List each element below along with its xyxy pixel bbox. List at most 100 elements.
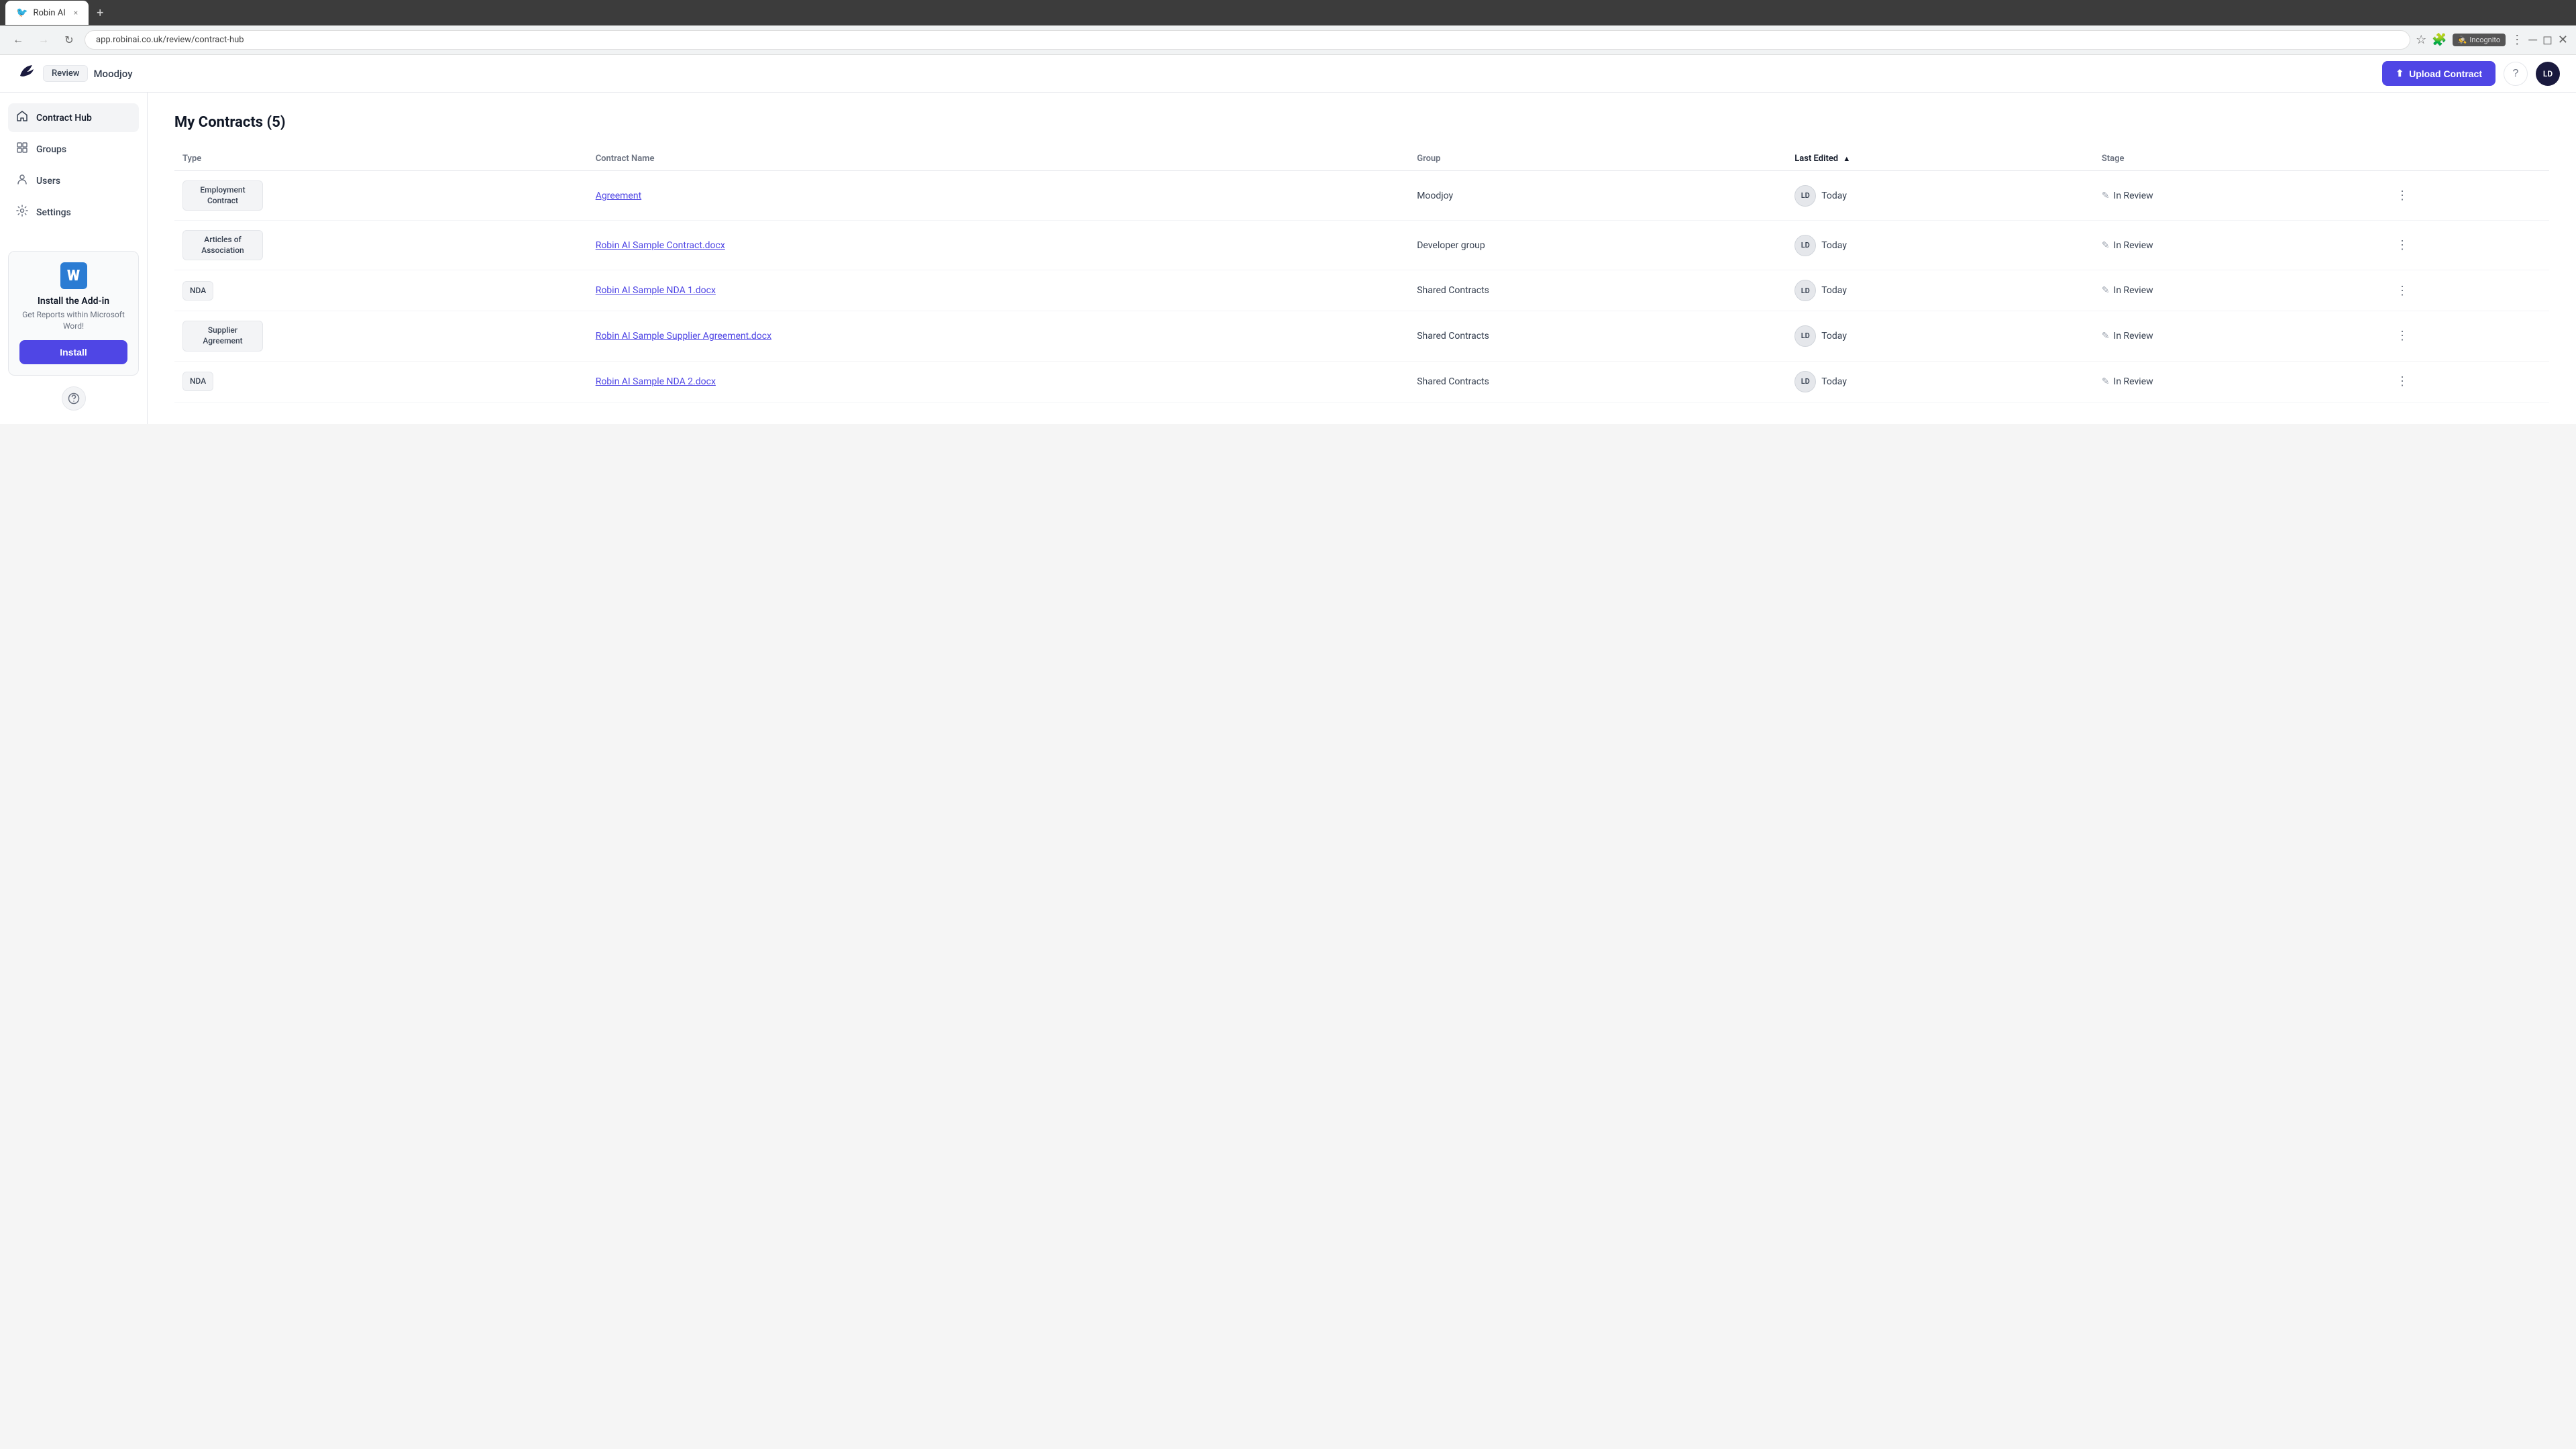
stage-cell-4: ✎ In Review — [2102, 376, 2375, 387]
cell-more-0: ⋮ — [2383, 171, 2549, 221]
more-options-button-3[interactable]: ⋮ — [2391, 326, 2414, 345]
extensions-icon[interactable]: 🧩 — [2432, 33, 2447, 47]
groups-icon — [16, 142, 28, 157]
address-text: app.robinai.co.uk/review/contract-hub — [96, 35, 244, 45]
avatar-4: LD — [1794, 371, 1816, 392]
cell-type-4: NDA — [174, 361, 588, 402]
table-row: NDA Robin AI Sample NDA 1.docx Shared Co… — [174, 270, 2549, 311]
group-name-2: Shared Contracts — [1417, 285, 1489, 296]
cell-stage-2: ✎ In Review — [2094, 270, 2383, 311]
avatar-2: LD — [1794, 280, 1816, 301]
cell-type-2: NDA — [174, 270, 588, 311]
date-text-2: Today — [1821, 285, 1847, 296]
review-badge: Review — [43, 65, 88, 82]
stage-label-2: In Review — [2114, 285, 2153, 296]
restore-icon[interactable]: ◻ — [2542, 33, 2553, 47]
avatar-1: LD — [1794, 235, 1816, 256]
upload-label: Upload Contract — [2409, 68, 2482, 79]
active-tab[interactable]: 🐦 Robin AI × — [5, 1, 89, 25]
browser-tab-bar: 🐦 Robin AI × + — [0, 0, 2576, 25]
minimize-icon[interactable]: ─ — [2528, 33, 2537, 47]
table-row: Articles of Association Robin AI Sample … — [174, 221, 2549, 270]
more-options-button-0[interactable]: ⋮ — [2391, 186, 2414, 205]
cell-name-4: Robin AI Sample NDA 2.docx — [588, 361, 1409, 402]
more-options-button-4[interactable]: ⋮ — [2391, 372, 2414, 391]
more-options-button-1[interactable]: ⋮ — [2391, 235, 2414, 255]
sidebar-item-groups[interactable]: Groups — [8, 135, 139, 164]
stage-cell-1: ✎ In Review — [2102, 240, 2375, 251]
type-badge-1: Articles of Association — [182, 230, 263, 260]
stage-icon-0: ✎ — [2102, 191, 2110, 201]
settings-icon — [16, 205, 28, 220]
addin-panel: W Install the Add-in Get Reports within … — [8, 251, 139, 376]
cell-name-1: Robin AI Sample Contract.docx — [588, 221, 1409, 270]
contract-link-4[interactable]: Robin AI Sample NDA 2.docx — [596, 376, 716, 387]
last-edited-cell-2: LD Today — [1794, 280, 2086, 301]
support-icon[interactable] — [62, 386, 86, 411]
cell-type-3: Supplier Agreement — [174, 311, 588, 361]
incognito-icon: 🕵 — [2458, 36, 2467, 44]
org-name: Moodjoy — [93, 68, 132, 80]
contract-link-2[interactable]: Robin AI Sample NDA 1.docx — [596, 285, 716, 296]
logo: Review Moodjoy — [16, 61, 133, 87]
cell-date-1: LD Today — [1786, 221, 2094, 270]
date-text-1: Today — [1821, 240, 1847, 251]
cell-stage-1: ✎ In Review — [2094, 221, 2383, 270]
tab-favicon: 🐦 — [16, 7, 28, 18]
cell-group-2: Shared Contracts — [1409, 270, 1786, 311]
close-window-icon[interactable]: ✕ — [2558, 33, 2568, 47]
new-tab-button[interactable]: + — [91, 3, 109, 23]
user-avatar[interactable]: LD — [2536, 62, 2560, 86]
sidebar-item-contract-hub[interactable]: Contract Hub — [8, 103, 139, 132]
logo-bird-icon — [16, 61, 38, 87]
cell-date-0: LD Today — [1786, 171, 2094, 221]
sidebar-item-settings[interactable]: Settings — [8, 198, 139, 227]
sidebar: Contract Hub Groups Users — [0, 93, 148, 424]
last-edited-cell-3: LD Today — [1794, 325, 2086, 347]
contract-hub-icon — [16, 110, 28, 125]
avatar-0: LD — [1794, 185, 1816, 207]
last-edited-cell-0: LD Today — [1794, 185, 2086, 207]
cell-group-0: Moodjoy — [1409, 171, 1786, 221]
browser-actions: ☆ 🧩 🕵 Incognito ⋮ ─ ◻ ✕ — [2416, 33, 2568, 47]
more-options-button-2[interactable]: ⋮ — [2391, 281, 2414, 301]
col-type: Type — [174, 147, 588, 171]
table-header: Type Contract Name Group Last Edited ▲ S… — [174, 147, 2549, 171]
addin-title: Install the Add-in — [19, 296, 127, 307]
date-text-3: Today — [1821, 331, 1847, 341]
menu-icon[interactable]: ⋮ — [2511, 33, 2523, 47]
table-row: Supplier Agreement Robin AI Sample Suppl… — [174, 311, 2549, 361]
help-button[interactable]: ? — [2504, 62, 2528, 86]
last-edited-cell-1: LD Today — [1794, 235, 2086, 256]
stage-label-1: In Review — [2114, 240, 2153, 251]
incognito-label: Incognito — [2469, 36, 2500, 44]
sidebar-label-users: Users — [36, 176, 60, 186]
col-last-edited[interactable]: Last Edited ▲ — [1786, 147, 2094, 171]
bookmark-icon[interactable]: ☆ — [2416, 33, 2426, 47]
stage-label-4: In Review — [2114, 376, 2153, 387]
address-bar[interactable]: app.robinai.co.uk/review/contract-hub — [85, 30, 2410, 50]
sidebar-label-groups: Groups — [36, 144, 66, 155]
install-addin-button[interactable]: Install — [19, 340, 127, 364]
cell-date-4: LD Today — [1786, 361, 2094, 402]
sort-icon: ▲ — [1843, 154, 1850, 163]
addin-description: Get Reports within Microsoft Word! — [19, 309, 127, 332]
cell-group-4: Shared Contracts — [1409, 361, 1786, 402]
cell-more-1: ⋮ — [2383, 221, 2549, 270]
browser-nav: ← → ↻ app.robinai.co.uk/review/contract-… — [0, 25, 2576, 55]
forward-button[interactable]: → — [34, 30, 54, 50]
contracts-tbody: Employment Contract Agreement Moodjoy LD… — [174, 171, 2549, 402]
back-button[interactable]: ← — [8, 30, 28, 50]
upload-contract-button[interactable]: ⬆ Upload Contract — [2382, 61, 2496, 86]
contract-link-0[interactable]: Agreement — [596, 191, 641, 201]
group-name-3: Shared Contracts — [1417, 331, 1489, 341]
last-edited-cell-4: LD Today — [1794, 371, 2086, 392]
col-actions — [2383, 147, 2549, 171]
type-badge-4: NDA — [182, 372, 213, 392]
cell-group-1: Developer group — [1409, 221, 1786, 270]
reload-button[interactable]: ↻ — [59, 30, 79, 50]
contract-link-1[interactable]: Robin AI Sample Contract.docx — [596, 240, 725, 251]
contract-link-3[interactable]: Robin AI Sample Supplier Agreement.docx — [596, 331, 771, 341]
sidebar-item-users[interactable]: Users — [8, 166, 139, 195]
tab-close-button[interactable]: × — [74, 8, 78, 17]
